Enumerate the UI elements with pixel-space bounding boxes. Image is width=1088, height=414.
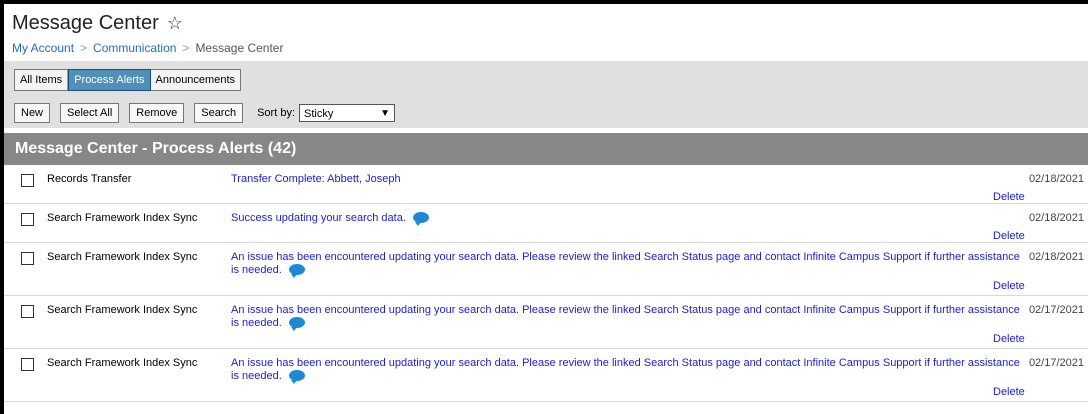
message-link[interactable]: An issue has been encountered updating y… xyxy=(231,251,1021,278)
tab-bar: All Items Process Alerts Announcements xyxy=(14,69,241,91)
sort-select[interactable]: Sticky ▼ xyxy=(299,104,395,122)
message-row: Search Framework Index Sync An issue has… xyxy=(4,349,1088,402)
breadcrumb-separator-icon: > xyxy=(182,41,190,55)
message-link[interactable]: Transfer Complete: Abbett, Joseph xyxy=(231,173,1021,186)
tab-process-alerts[interactable]: Process Alerts xyxy=(68,69,151,91)
message-date: 02/18/2021 xyxy=(1028,251,1084,263)
delete-link[interactable]: Delete xyxy=(993,230,1025,242)
sort-select-value: Sticky xyxy=(304,108,334,120)
star-icon[interactable]: ☆ xyxy=(167,13,183,34)
delete-link[interactable]: Delete xyxy=(993,191,1025,203)
sort-label: Sort by: xyxy=(257,107,295,119)
comment-icon[interactable] xyxy=(288,317,305,331)
message-date: 02/17/2021 xyxy=(1028,357,1084,369)
message-date: 02/18/2021 xyxy=(1028,212,1084,224)
row-checkbox[interactable] xyxy=(21,252,34,265)
message-row: Search Framework Index Sync Success upda… xyxy=(4,204,1088,243)
breadcrumb-my-account[interactable]: My Account xyxy=(12,41,74,55)
message-text[interactable]: An issue has been encountered updating y… xyxy=(231,357,1020,382)
delete-link[interactable]: Delete xyxy=(993,386,1025,398)
chevron-down-icon: ▼ xyxy=(380,108,390,119)
message-text[interactable]: Transfer Complete: Abbett, Joseph xyxy=(231,173,401,185)
section-title: Message Center - Process Alerts (42) xyxy=(15,140,297,157)
comment-icon[interactable] xyxy=(412,212,429,226)
message-link[interactable]: An issue has been encountered updating y… xyxy=(231,357,1021,384)
message-text[interactable]: An issue has been encountered updating y… xyxy=(231,251,1020,276)
select-all-button[interactable]: Select All xyxy=(60,103,120,123)
message-list: Records Transfer Transfer Complete: Abbe… xyxy=(4,165,1088,402)
delete-link[interactable]: Delete xyxy=(993,333,1025,345)
row-checkbox[interactable] xyxy=(21,213,34,226)
tab-announcements[interactable]: Announcements xyxy=(150,70,240,90)
comment-icon[interactable] xyxy=(288,264,305,278)
message-source: Search Framework Index Sync xyxy=(47,357,198,369)
message-source: Search Framework Index Sync xyxy=(47,304,198,316)
breadcrumb: My Account > Communication > Message Center xyxy=(12,41,283,55)
breadcrumb-separator-icon: > xyxy=(80,41,88,55)
page-title-text: Message Center xyxy=(12,12,159,34)
message-source: Search Framework Index Sync xyxy=(47,251,198,263)
message-row: Search Framework Index Sync An issue has… xyxy=(4,243,1088,296)
breadcrumb-communication[interactable]: Communication xyxy=(93,41,176,55)
row-checkbox[interactable] xyxy=(21,305,34,318)
page-title: Message Center ☆ xyxy=(12,12,183,35)
message-date: 02/18/2021 xyxy=(1028,173,1084,185)
section-header: Message Center - Process Alerts (42) xyxy=(4,133,1088,165)
message-link[interactable]: Success updating your search data. xyxy=(231,212,1021,226)
message-date: 02/17/2021 xyxy=(1028,304,1084,316)
search-button[interactable]: Search xyxy=(194,103,244,123)
row-checkbox[interactable] xyxy=(21,174,34,187)
message-text[interactable]: Success updating your search data. xyxy=(231,212,406,224)
row-checkbox[interactable] xyxy=(21,358,34,371)
page-header: Message Center ☆ My Account > Communication… xyxy=(4,4,1088,61)
message-text[interactable]: An issue has been encountered updating y… xyxy=(231,304,1020,329)
action-bar: New Select All Remove Search Sort by: St… xyxy=(14,103,395,123)
message-source: Records Transfer xyxy=(47,173,132,185)
delete-link[interactable]: Delete xyxy=(993,280,1025,292)
message-row: Records Transfer Transfer Complete: Abbe… xyxy=(4,165,1088,204)
toolbar: All Items Process Alerts Announcements N… xyxy=(4,61,1088,128)
message-link[interactable]: An issue has been encountered updating y… xyxy=(231,304,1021,331)
tab-all-items[interactable]: All Items xyxy=(15,70,69,90)
message-row: Search Framework Index Sync An issue has… xyxy=(4,296,1088,349)
breadcrumb-current: Message Center xyxy=(195,41,284,55)
new-button[interactable]: New xyxy=(14,103,51,123)
remove-button[interactable]: Remove xyxy=(129,103,185,123)
comment-icon[interactable] xyxy=(288,370,305,384)
message-source: Search Framework Index Sync xyxy=(47,212,198,224)
